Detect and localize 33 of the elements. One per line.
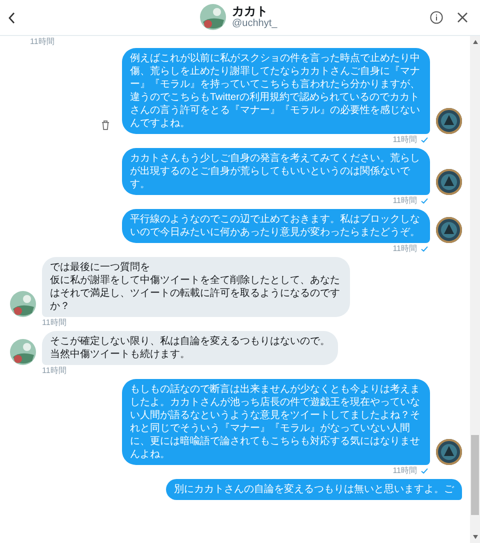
avatar (200, 4, 226, 30)
contact-name: カカト (232, 4, 269, 18)
message-text: 別にカカトさんの自論を変えるつもりは無いと思いますよ。ご (174, 483, 454, 496)
avatar (10, 339, 36, 365)
message-text: カカトさんもう少しご自身の発言を考えてみてください。荒らしが出現するのとご自身が荒らしてもいいというのは関係ないです。 (130, 152, 421, 191)
avatar (10, 291, 36, 317)
message-text: 仮に私が謝罪をして中傷ツイートを全て削除したとして、あなたはそれで満足し、ツイートの転載に許可を取るようになるのですか？ (50, 274, 341, 313)
scroll-down-icon[interactable] (472, 535, 478, 539)
timestamp: 11時間 (392, 244, 417, 254)
scrollbar-thumb[interactable] (471, 435, 479, 515)
avatar (436, 108, 462, 134)
close-icon[interactable] (457, 12, 468, 23)
timestamp: 11時間 (42, 366, 66, 376)
timestamp: 11時間 (392, 196, 417, 206)
message-text: 平行線のようなのでこの辺で止めておきます。私はブロックしないので今日みたいに何かあったり意見が変わったらまたどうぞ。 (130, 213, 421, 239)
info-icon[interactable] (430, 11, 443, 24)
timestamp: 11時間 (392, 466, 417, 476)
message-text: 当然中傷ツイートも続けます。 (50, 348, 191, 361)
contact-handle: @uchhyt_ (232, 18, 278, 30)
message-text: では最後に一つ質問を (50, 261, 151, 274)
avatar (436, 217, 462, 243)
scrollbar[interactable] (470, 36, 480, 543)
message-text: もしもの話なので断言は出来ませんが少なくとも今よりは考えましたよ。カカトさんが池っち店長の件で遊戯王を現在やっていない人間が語るなというような意見をツイートしてましたよね？それと同じでそういう『マナー』『モラル』がなっていない人間に、更には暗喩語で論されてもこちらも対応する気にはなりませんよね。 (130, 383, 421, 461)
avatar (436, 169, 462, 195)
avatar (436, 439, 462, 465)
timestamp: 11時間 (30, 37, 56, 47)
message-text: そこが確定しない限り、私は自論を変えるつもりはないので。 (50, 335, 330, 348)
scroll-up-icon[interactable] (472, 40, 478, 44)
back-icon[interactable] (8, 12, 16, 24)
timestamp: 11時間 (42, 318, 66, 328)
delete-icon[interactable] (101, 120, 110, 130)
message-text: 例えばこれが以前に私がスクショの件を言った時点で止めたり中傷、荒らしを止めたり謝罪してたならカカトさんご自身に『マナー』『モラル』を持っていてこちらも言われたら分かりますが、違うのでこちらもTwitterの利用規約で認められているのでカカトさんの言う許可をとる『マナー』『モラル』の必要性を感じないんですよね。 (130, 52, 421, 130)
timestamp: 11時間 (392, 135, 417, 145)
